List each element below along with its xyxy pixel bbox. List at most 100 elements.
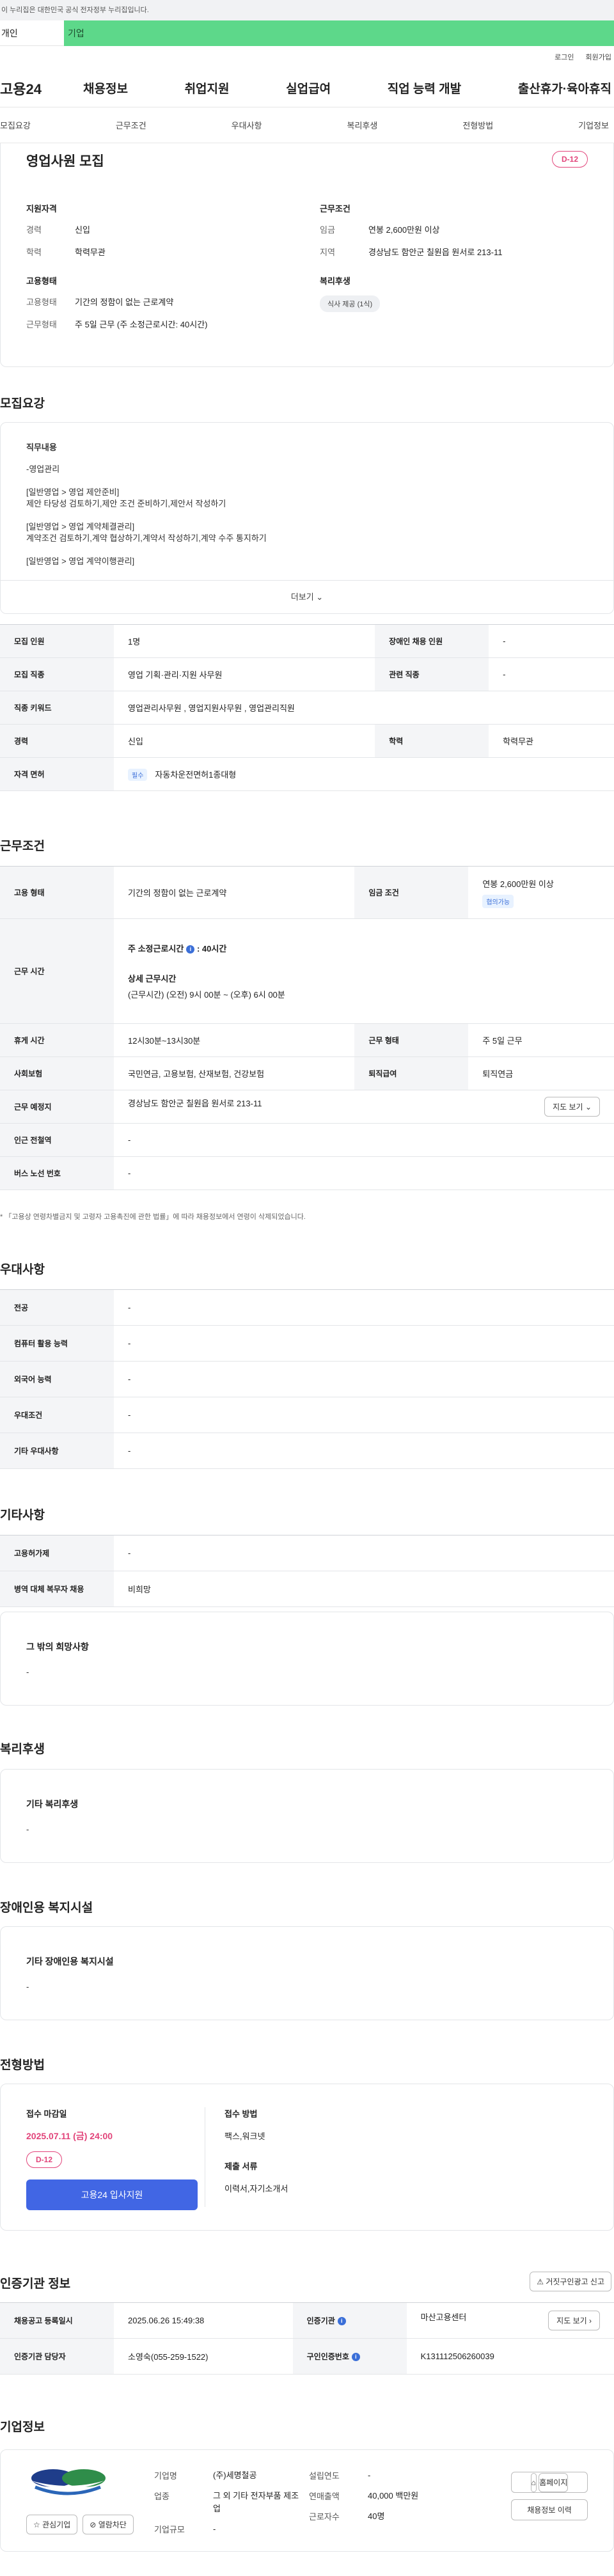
login-link[interactable]: 로그인: [555, 46, 574, 69]
docs-heading: 제출 서류: [224, 2162, 258, 2171]
false-ad-report-button[interactable]: ⚠ 거짓구인광고 신고: [530, 2272, 611, 2291]
interest-label: 관심기업: [42, 2520, 71, 2529]
cert-number-label: 구인인증번호: [306, 2352, 349, 2361]
company-key: 연매출액: [309, 2492, 340, 2501]
summary-key: 고용형태: [26, 297, 57, 307]
summary-key: 지역: [320, 247, 335, 257]
qualification-heading: 지원자격: [26, 204, 57, 214]
table-header-cell: 고용 형태: [0, 866, 114, 919]
company-value: (주)세명철공: [213, 2470, 257, 2480]
other-wishes-box: 그 밖의 희망사항 -: [0, 1612, 614, 1706]
tab-person[interactable]: 개인: [0, 20, 64, 46]
summary-value: 경상남도 함안군 칠원읍 원서로 213-11: [368, 247, 503, 257]
table-header-cell: 인증기관 담당자: [0, 2338, 114, 2375]
summary-key: 경력: [26, 225, 42, 235]
section-title-recruit: 모집요강: [0, 397, 45, 411]
table-cell: -: [114, 1289, 614, 1326]
join-link[interactable]: 회원가입: [586, 46, 611, 69]
gnb-item-unemployment-benefit[interactable]: 실업급여: [286, 79, 331, 97]
table-header-cell: 자격 면허: [0, 757, 114, 791]
info-icon[interactable]: i: [351, 2353, 360, 2362]
work-condition-block: 근무조건 임금 연봉 2,600만원 이상 지역 경상남도 함안군 칠원읍 원서로 …: [320, 202, 588, 258]
info-icon[interactable]: i: [337, 2317, 346, 2326]
company-key: 기업명: [154, 2471, 177, 2481]
tab-selection-process[interactable]: 전형방법: [462, 119, 493, 131]
gnb-item-jobs[interactable]: 채용정보: [83, 79, 128, 97]
table-header-cell: 근무 시간: [0, 918, 114, 1024]
table-header-cell: 근무 예정지: [0, 1090, 114, 1124]
company-action-buttons: ☆ 관심기업 ⊘ 열람차단: [26, 2515, 154, 2534]
interest-company-button[interactable]: ☆ 관심기업: [26, 2515, 78, 2534]
table-header-cell: 인증기관 i: [292, 2302, 407, 2339]
recruit-table: 모집 인원 1명 장애인 채용 인원 - 모집 직종 영업 기획·관리·지원 사…: [0, 624, 614, 791]
job-summary-card: 영업사원 모집 D-12 지원자격 경력 신입 학력 학력무관 고용형태 고용형태 기…: [0, 143, 614, 367]
apply-button[interactable]: 고용24 입사지원: [26, 2179, 198, 2210]
duty-box: 직무내용 -영업관리 [일반영업 > 영업 제안준비] 제안 타당성 검토하기,제…: [0, 422, 614, 614]
gnb-item-employment-support[interactable]: 취업지원: [185, 79, 230, 97]
table-row: 근무 예정지 경상남도 함안군 칠원읍 원서로 213-11 지도 보기 ⌄: [0, 1090, 614, 1124]
table-header-cell: 경력: [0, 724, 114, 758]
table-cell: 주 소정근로시간 i : 40시간 상세 근무시간 (근무시간) (오전) 9시 …: [114, 918, 614, 1024]
company-row: 기업규모 -: [154, 2523, 303, 2536]
dday-badge: D-12: [26, 2151, 63, 2168]
company-row: 기업명 (주)세명철공: [154, 2469, 303, 2482]
table-row: 컴퓨터 활용 능력 -: [0, 1325, 614, 1362]
info-icon[interactable]: i: [186, 945, 195, 954]
deadline-heading: 접수 마감일: [26, 2109, 67, 2119]
tab-preferences[interactable]: 우대사항: [232, 119, 262, 131]
dday-badge: D-12: [551, 151, 588, 168]
cert-table: 채용공고 등록일시 2025.06.26 15:49:38 인증기관 i 마산고용…: [0, 2302, 614, 2375]
weekly-hours: 주 소정근로시간 i : 40시간: [128, 942, 600, 954]
table-header-cell: 휴게 시간: [0, 1023, 114, 1057]
summary-key: 임금: [320, 225, 335, 235]
table-header-cell: 채용공고 등록일시: [0, 2302, 114, 2339]
map-view-button[interactable]: 지도 보기 ›: [548, 2311, 600, 2330]
table-row: 휴게 시간 12시30분~13시30분 근무 형태 주 5일 근무: [0, 1023, 614, 1057]
site-logo[interactable]: 고용24: [0, 78, 83, 98]
company-key: 기업규모: [154, 2525, 185, 2534]
benefit-heading: 복리후생: [320, 276, 350, 286]
more-button[interactable]: 더보기 ⌄: [1, 580, 613, 613]
table-cell: -: [114, 1361, 614, 1397]
summary-value: 주 5일 근무 (주 소정근로시간: 40시간): [75, 320, 208, 329]
map-view-button[interactable]: 지도 보기 ⌄: [544, 1097, 600, 1117]
disabled-facility-value: -: [26, 1982, 29, 1991]
utility-links: 로그인 회원가입: [0, 46, 614, 69]
welfare-heading: 기타 복리후생: [26, 1799, 79, 1809]
table-header-cell: 병역 대체 복무자 채용: [0, 1571, 114, 1607]
star-icon: ☆: [33, 2520, 40, 2529]
block-label: 열람차단: [98, 2520, 127, 2529]
job-detail-page: 이 누리집은 대한민국 공식 전자정부 누리집입니다. 개인 기업 로그인 회원…: [0, 0, 614, 2576]
tab-company[interactable]: 기업: [64, 20, 614, 46]
docs-value: 이력서,자기소개서: [224, 2184, 288, 2194]
table-row: 인근 전철역 -: [0, 1123, 614, 1157]
table-cell: 영업 기획·관리·지원 사무원: [114, 657, 375, 691]
other-wishes-heading: 그 밖의 희망사항: [26, 1642, 89, 1652]
table-header-cell: 구인인증번호 i: [292, 2338, 407, 2375]
tab-recruit-info[interactable]: 모집요강: [0, 119, 31, 131]
gnb-item-parental-leave[interactable]: 출산휴가·육아휴직: [518, 79, 611, 97]
table-row: 우대조건 -: [0, 1397, 614, 1433]
tab-welfare[interactable]: 복리후생: [347, 119, 377, 131]
chevron-right-icon: ›: [589, 2316, 592, 2325]
table-row: 전공 -: [0, 1289, 614, 1326]
section-title-disabled: 장애인용 복지시설: [0, 1901, 93, 1915]
homepage-button[interactable]: ⌂ 홈페이지: [511, 2472, 588, 2493]
weekly-hours-value: : 40시간: [196, 944, 227, 954]
main-navigation: 고용24 채용정보 취업지원 실업급여 직업 능력 개발 출산휴가·육아휴직: [0, 69, 614, 107]
job-history-button[interactable]: 채용정보 이력: [511, 2499, 588, 2520]
section-title-work: 근무조건: [0, 840, 45, 853]
tab-company-info[interactable]: 기업정보: [578, 119, 609, 131]
table-header-cell: 임금 조건: [354, 866, 469, 919]
table-header-cell: 고용허가제: [0, 1535, 114, 1571]
block-view-button[interactable]: ⊘ 열람차단: [83, 2515, 134, 2534]
gnb-item-job-training[interactable]: 직업 능력 개발: [388, 79, 461, 97]
summary-row: 임금 연봉 2,600만원 이상: [320, 223, 588, 235]
tab-work-conditions[interactable]: 근무조건: [116, 119, 146, 131]
employment-type-block: 고용형태 고용형태 기간의 정함이 없는 근로계약 근무형태 주 5일 근무 (주 …: [26, 274, 294, 330]
weekly-hours-label: 주 소정근로시간: [128, 944, 184, 954]
summary-row: 고용형태 기간의 정함이 없는 근로계약: [26, 295, 294, 308]
qualification-block: 지원자격 경력 신입 학력 학력무관: [26, 202, 294, 258]
table-row: 버스 노선 번호 -: [0, 1156, 614, 1190]
summary-value: 기간의 정함이 없는 근로계약: [75, 297, 174, 307]
